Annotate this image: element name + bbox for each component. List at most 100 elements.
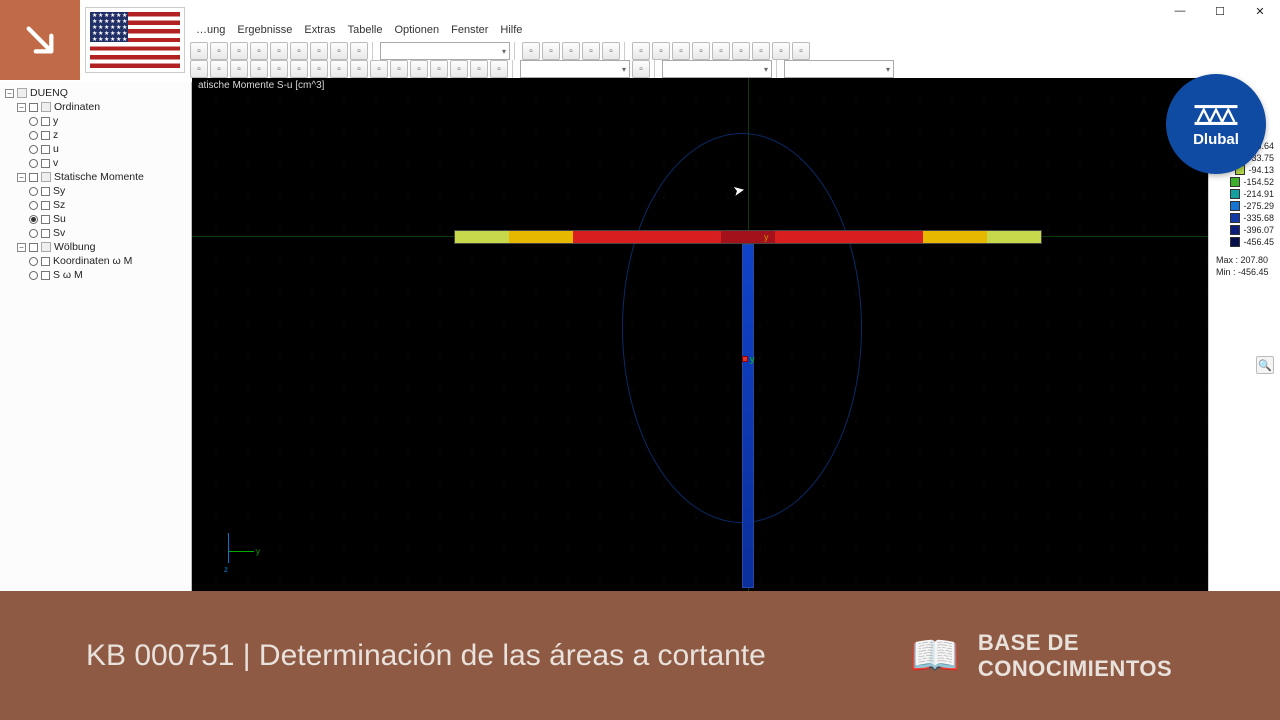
window-maximize-button[interactable]: ☐ — [1200, 0, 1240, 22]
tree-item[interactable]: Sz — [53, 199, 65, 211]
tree-checkbox[interactable] — [29, 243, 38, 252]
tree-group[interactable]: Ordinaten — [54, 101, 100, 113]
toolbar-button-open[interactable]: ▫ — [210, 42, 228, 60]
tree-item[interactable]: Sy — [53, 185, 65, 197]
toolbar-combo-a[interactable] — [520, 60, 630, 78]
toolbar-button-j[interactable]: ▫ — [712, 42, 730, 60]
menu-item[interactable]: …ung — [196, 24, 225, 42]
toolbar-combo-c[interactable] — [784, 60, 894, 78]
tree-item[interactable]: Koordinaten ω M — [53, 255, 132, 267]
toolbar-button-n[interactable]: ▫ — [792, 42, 810, 60]
toolbar-button-l[interactable]: ▫ — [752, 42, 770, 60]
tree-checkbox[interactable] — [41, 257, 50, 266]
toolbar-button-p[interactable]: ▫ — [370, 60, 388, 78]
tree-toggle[interactable]: − — [17, 103, 26, 112]
toolbar-button-print[interactable]: ▫ — [250, 42, 268, 60]
tree-item[interactable]: z — [53, 129, 58, 141]
tree-radio[interactable] — [29, 271, 38, 280]
toolbar-button-cut[interactable]: ▫ — [310, 42, 328, 60]
tree-checkbox[interactable] — [41, 145, 50, 154]
toolbar-button-d[interactable]: ▫ — [430, 60, 448, 78]
tree-checkbox[interactable] — [41, 201, 50, 210]
toolbar-button-undo[interactable]: ▫ — [270, 42, 288, 60]
toolbar-button-save[interactable]: ▫ — [230, 42, 248, 60]
tree-checkbox[interactable] — [41, 117, 50, 126]
tree-radio[interactable] — [29, 229, 38, 238]
tree-radio[interactable] — [29, 159, 38, 168]
tree-group[interactable]: Statische Momente — [54, 171, 144, 183]
tree-item[interactable]: u — [53, 143, 59, 155]
toolbar-button-copy[interactable]: ▫ — [330, 42, 348, 60]
toolbar-button-s[interactable]: ▫ — [410, 60, 428, 78]
toolbar-button-new[interactable]: ▫ — [190, 42, 208, 60]
tree-toggle[interactable]: − — [17, 173, 26, 182]
toolbar-button-e[interactable]: ▫ — [602, 42, 620, 60]
window-close-button[interactable]: ✕ — [1240, 0, 1280, 22]
toolbar-button-u[interactable]: ▫ — [310, 60, 328, 78]
toolbar-combo-b[interactable] — [662, 60, 772, 78]
tree-radio[interactable] — [29, 201, 38, 210]
tree-radio[interactable] — [29, 187, 38, 196]
toolbar-button-b[interactable]: ▫ — [542, 42, 560, 60]
legend-value: -214.91 — [1243, 189, 1274, 199]
toolbar-button-q[interactable]: ▫ — [190, 60, 208, 78]
tree-checkbox[interactable] — [41, 187, 50, 196]
toolbar-button-h[interactable]: ▫ — [490, 60, 508, 78]
toolbar-combo-layer[interactable] — [380, 42, 510, 60]
tree-item[interactable]: y — [53, 115, 58, 127]
tree-item[interactable]: Su — [53, 213, 66, 225]
toolbar-button-i[interactable]: ▫ — [330, 60, 348, 78]
menu-item[interactable]: Hilfe — [500, 24, 522, 42]
window-minimize-button[interactable]: — — [1160, 0, 1200, 22]
menu-item[interactable]: Optionen — [394, 24, 439, 42]
toolbar-button-a[interactable]: ▫ — [522, 42, 540, 60]
tree-toggle[interactable]: − — [17, 243, 26, 252]
tree-radio[interactable] — [29, 117, 38, 126]
tree-checkbox[interactable] — [41, 131, 50, 140]
navigator-tree[interactable]: −DUENQ−Ordinatenyzuv−Statische MomenteSy… — [0, 82, 192, 591]
toolbar-button-f[interactable]: ▫ — [632, 42, 650, 60]
tree-checkbox[interactable] — [29, 103, 38, 112]
toolbar-button-paste[interactable]: ▫ — [350, 42, 368, 60]
tree-item[interactable]: v — [53, 157, 58, 169]
toolbar-button-i[interactable]: ▫ — [692, 42, 710, 60]
toolbar-button-h[interactable]: ▫ — [672, 42, 690, 60]
zoom-tool-button[interactable]: 🔍 — [1256, 356, 1274, 374]
menu-item[interactable]: Extras — [304, 24, 335, 42]
tree-checkbox[interactable] — [41, 271, 50, 280]
tree-checkbox[interactable] — [41, 229, 50, 238]
tree-checkbox[interactable] — [29, 173, 38, 182]
toolbar-button-redo[interactable]: ▫ — [290, 42, 308, 60]
toolbar-button-c[interactable]: ▫ — [562, 42, 580, 60]
toolbar-button-g[interactable]: ▫ — [470, 60, 488, 78]
toolbar-button-g[interactable]: ▫ — [652, 42, 670, 60]
toolbar-button-e[interactable]: ▫ — [230, 60, 248, 78]
tree-item[interactable]: Sv — [53, 227, 65, 239]
tree-root[interactable]: DUENQ — [30, 87, 68, 99]
menu-item[interactable]: Fenster — [451, 24, 488, 42]
tree-radio[interactable] — [29, 131, 38, 140]
tree-radio[interactable] — [29, 257, 38, 266]
toolbar-button-go[interactable]: ▫ — [632, 60, 650, 78]
menu-item[interactable]: Ergebnisse — [237, 24, 292, 42]
toolbar-button-r[interactable]: ▫ — [250, 60, 268, 78]
tree-checkbox[interactable] — [41, 159, 50, 168]
toolbar-button-k[interactable]: ▫ — [732, 42, 750, 60]
tree-checkbox[interactable] — [41, 215, 50, 224]
toolbar-button-w[interactable]: ▫ — [210, 60, 228, 78]
tree-item[interactable]: S ω M — [53, 269, 83, 281]
language-flag[interactable]: ★★★★★★★★★★★★★★★★★★★★★★★★★★★★★★ — [85, 7, 185, 73]
menu-item[interactable]: Tabelle — [348, 24, 383, 42]
model-viewport[interactable]: atische Momente S-u [cm^3] y y ➤ y z — [192, 78, 1208, 591]
toolbar-button-o[interactable]: ▫ — [350, 60, 368, 78]
toolbar-button-f[interactable]: ▫ — [450, 60, 468, 78]
toolbar-button-m[interactable]: ▫ — [772, 42, 790, 60]
toolbar-button-t[interactable]: ▫ — [270, 60, 288, 78]
tree-radio[interactable] — [29, 215, 38, 224]
tree-toggle[interactable]: − — [5, 89, 14, 98]
tree-radio[interactable] — [29, 145, 38, 154]
toolbar-button-y[interactable]: ▫ — [290, 60, 308, 78]
toolbar-button-d[interactable]: ▫ — [582, 42, 600, 60]
tree-group[interactable]: Wölbung — [54, 241, 95, 253]
toolbar-button-a[interactable]: ▫ — [390, 60, 408, 78]
